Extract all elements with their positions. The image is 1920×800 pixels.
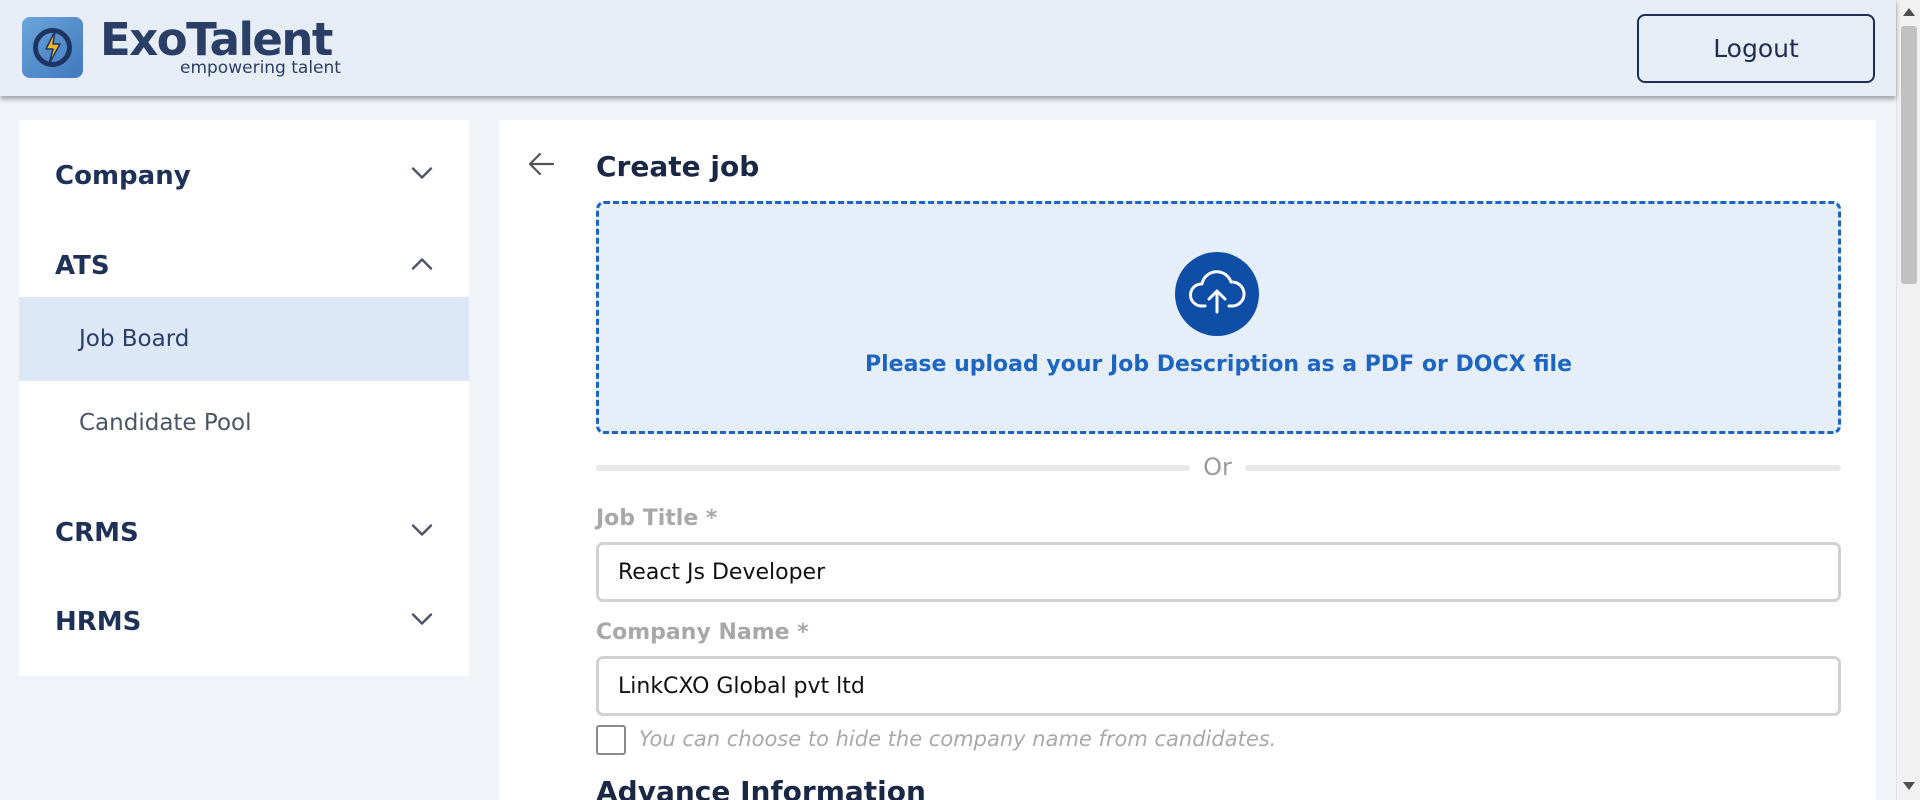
back-arrow-icon[interactable] — [527, 152, 555, 181]
scroll-up-icon[interactable] — [1903, 8, 1915, 16]
top-header: ExoTalent empowering talent Logout — [0, 0, 1896, 96]
sidebar-section-company[interactable]: Company — [19, 146, 469, 206]
sidebar-item-candidate-pool[interactable]: Candidate Pool — [19, 381, 469, 465]
upload-instructions: Please upload your Job Description as a … — [864, 352, 1572, 377]
chevron-down-icon — [411, 167, 433, 186]
job-title-input[interactable]: React Js Developer — [596, 542, 1841, 602]
sidebar-section-hrms[interactable]: HRMS — [19, 592, 469, 652]
chevron-up-icon — [411, 257, 433, 276]
sidebar-section-label: CRMS — [55, 518, 139, 548]
divider-or-text: Or — [1203, 453, 1232, 481]
hide-company-label: You can choose to hide the company name … — [639, 727, 1277, 751]
sidebar-section-crms[interactable]: CRMS — [19, 503, 469, 563]
job-title-value: React Js Developer — [618, 559, 826, 585]
sidebar-item-label: Candidate Pool — [79, 410, 252, 436]
sidebar-section-label: Company — [55, 161, 191, 191]
company-name-input[interactable]: LinkCXO Global pvt ltd — [596, 656, 1841, 716]
sidebar-section-label: ATS — [55, 251, 110, 281]
job-title-label: Job Title * — [596, 506, 718, 531]
chevron-down-icon — [411, 613, 433, 632]
page-scrollbar[interactable] — [1896, 0, 1920, 800]
sidebar-section-ats[interactable]: ATS — [19, 236, 469, 296]
divider-left — [596, 465, 1190, 471]
divider-right — [1245, 465, 1841, 471]
company-name-label: Company Name * — [596, 620, 809, 645]
advance-information-title: Advance Information — [596, 775, 926, 800]
sidebar-item-label: Job Board — [79, 326, 190, 352]
sidebar-section-label: HRMS — [55, 607, 142, 637]
cloud-upload-icon — [1175, 252, 1259, 336]
company-name-value: LinkCXO Global pvt ltd — [618, 673, 865, 699]
brand-tagline: empowering talent — [180, 58, 341, 78]
create-job-panel: Create job Please upload your Job Descri… — [499, 120, 1876, 800]
chevron-down-icon — [411, 524, 433, 543]
brand-logo-icon[interactable] — [22, 17, 83, 78]
sidebar-item-job-board[interactable]: Job Board — [19, 297, 469, 381]
logout-button[interactable]: Logout — [1637, 14, 1875, 83]
jd-upload-dropzone[interactable]: Please upload your Job Description as a … — [596, 201, 1841, 434]
hide-company-checkbox[interactable] — [596, 725, 626, 755]
scroll-thumb[interactable] — [1901, 26, 1917, 284]
sidebar: Company ATS Job Board Candidate Pool CRM… — [19, 120, 469, 676]
page-title: Create job — [596, 150, 760, 183]
scroll-down-icon[interactable] — [1903, 782, 1915, 790]
